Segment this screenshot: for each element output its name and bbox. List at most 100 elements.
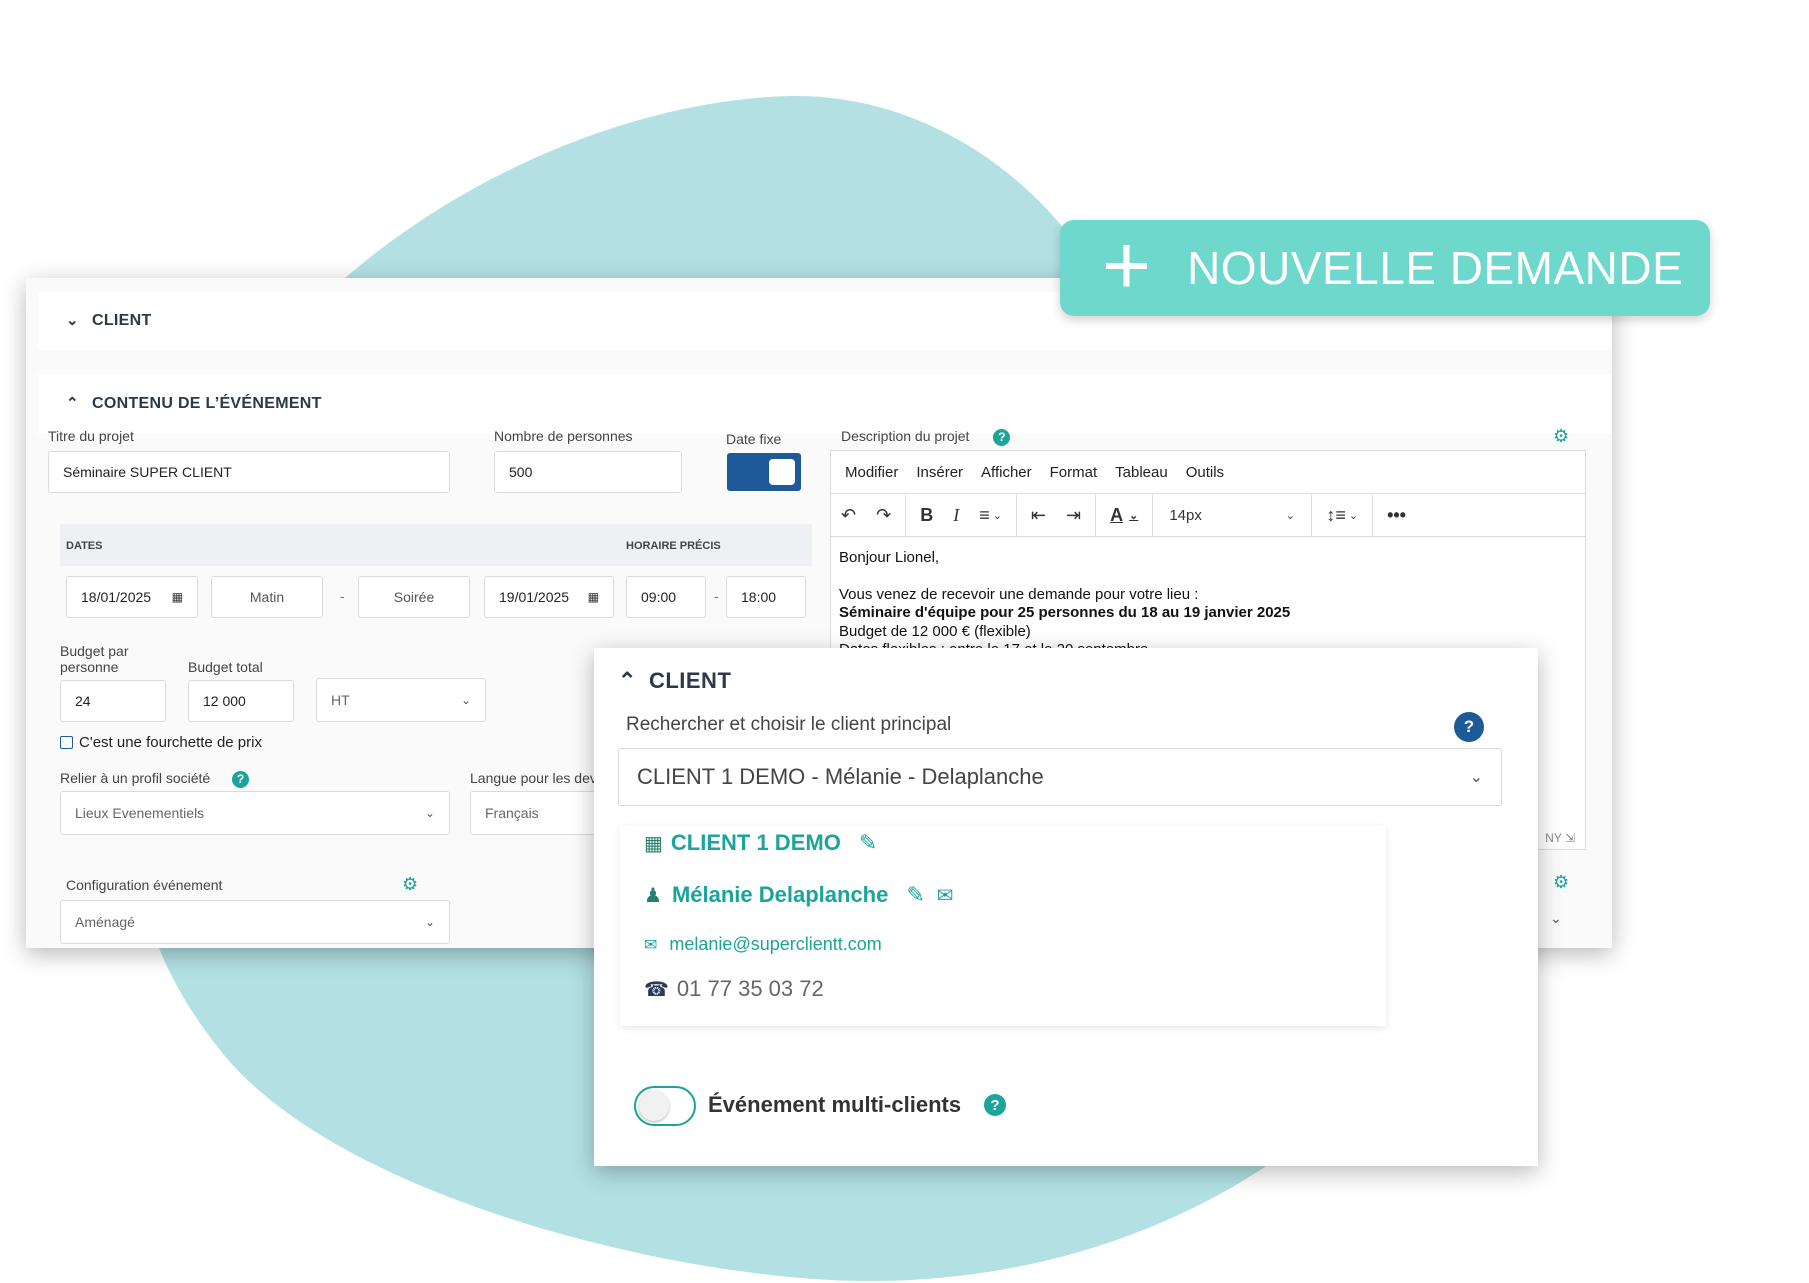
help-icon[interactable]: ?: [232, 770, 250, 788]
budget-total-input[interactable]: 12 000: [188, 680, 294, 722]
toolbar-separator: [1372, 494, 1374, 536]
config-select[interactable]: Aménagé ⌄: [60, 900, 450, 944]
redo-icon[interactable]: ↷: [866, 505, 901, 526]
user-icon: ♟: [644, 884, 662, 907]
company-row: ▦ CLIENT 1 DEMO ✎: [644, 830, 877, 856]
nombre-input[interactable]: 500: [494, 451, 682, 493]
gear-icon[interactable]: ⚙: [1553, 426, 1569, 447]
toggle-knob: [769, 459, 795, 485]
phone-row: ☎ 01 77 35 03 72: [644, 976, 824, 1002]
profil-label: Relier à un profil société ?: [60, 770, 250, 788]
indent-icon[interactable]: ⇥: [1056, 505, 1091, 526]
font-size-value: 14px: [1169, 506, 1202, 524]
text-color-icon[interactable]: A ⌄: [1100, 505, 1148, 526]
contact-row: ♟ Mélanie Delaplanche ✎ ✉: [644, 882, 954, 908]
company-name[interactable]: CLIENT 1 DEMO: [671, 830, 841, 856]
toolbar-separator: [905, 494, 907, 536]
date-fixe-toggle[interactable]: [727, 453, 801, 491]
pencil-icon[interactable]: ✎: [859, 830, 877, 856]
menu-inserer[interactable]: Insérer: [916, 464, 963, 481]
calendar-icon: ▦: [171, 590, 183, 604]
line-height-icon[interactable]: ↕≡ ⌄: [1316, 505, 1368, 526]
client-details: ▦ CLIENT 1 DEMO ✎ ♟ Mélanie Delaplanche …: [620, 826, 1386, 1026]
date-fixe-label: Date fixe: [726, 431, 782, 447]
end-date-value: 19/01/2025: [499, 589, 570, 605]
event-content-header[interactable]: ⌃ CONTENU DE L’ÉVÉNEMENT: [38, 374, 1612, 434]
client-section-title: CLIENT: [92, 312, 152, 329]
outdent-icon[interactable]: ⇤: [1021, 505, 1056, 526]
budget-pp-label-line2: personne: [60, 659, 119, 675]
envelope-icon[interactable]: ✉: [937, 883, 954, 908]
gear-icon[interactable]: ⚙: [402, 874, 418, 895]
pencil-icon[interactable]: ✎: [906, 882, 924, 908]
contact-phone[interactable]: 01 77 35 03 72: [677, 976, 824, 1002]
help-icon[interactable]: ?: [984, 1094, 1006, 1116]
align-icon[interactable]: ≡ ⌄: [969, 505, 1012, 526]
nouvelle-demande-button[interactable]: + NOUVELLE DEMANDE: [1060, 220, 1710, 316]
multi-clients-label: Événement multi-clients: [708, 1092, 962, 1117]
menu-format[interactable]: Format: [1050, 464, 1098, 481]
client-search-label: Rechercher et choisir le client principa…: [626, 714, 952, 735]
start-slot-value: Matin: [249, 589, 285, 605]
contact-email[interactable]: melanie@superclientt.com: [669, 934, 881, 955]
chevron-up-icon: ⌃: [66, 395, 79, 412]
help-icon[interactable]: ?: [993, 428, 1011, 446]
menu-afficher[interactable]: Afficher: [981, 464, 1032, 481]
more-icon[interactable]: •••: [1377, 505, 1416, 526]
toolbar-separator: [1015, 494, 1017, 536]
client-card-title: CLIENT: [648, 668, 732, 693]
chevron-down-icon: ⌄: [424, 806, 435, 820]
titre-label: Titre du projet: [48, 428, 134, 444]
menu-tableau[interactable]: Tableau: [1115, 464, 1168, 481]
profil-value: Lieux Evenementiels: [75, 805, 205, 821]
editor-toolbar: ↶ ↷ B I ≡ ⌄ ⇤ ⇥ A ⌄ 14px ⌄ ↕≡ ⌄ •••: [831, 494, 1585, 537]
start-slot-select[interactable]: Matin: [211, 576, 323, 618]
tax-select[interactable]: HT ⌄: [316, 678, 486, 722]
chevron-down-icon: ⌄: [1469, 769, 1483, 786]
gear-icon[interactable]: ⚙: [1553, 872, 1569, 893]
end-time-input[interactable]: 18:00: [726, 576, 806, 618]
undo-icon[interactable]: ↶: [831, 505, 866, 526]
bold-icon[interactable]: B: [910, 505, 943, 526]
horaire-header: HORAIRE PRÉCIS: [626, 540, 721, 552]
start-date-input[interactable]: 18/01/2025 ▦: [66, 576, 198, 618]
menu-modifier[interactable]: Modifier: [845, 464, 898, 481]
end-slot-select[interactable]: Soirée: [358, 576, 470, 618]
italic-icon[interactable]: I: [943, 505, 969, 526]
toggle-knob: [639, 1091, 669, 1121]
budget-pp-input[interactable]: 24: [60, 680, 166, 722]
langue-value: Français: [485, 805, 539, 821]
langue-label: Langue pour les devis: [470, 770, 607, 786]
client-card-header[interactable]: ⌃ CLIENT: [618, 668, 731, 694]
budget-pp-label-line1: Budget par: [60, 643, 129, 659]
multi-clients-toggle[interactable]: [634, 1086, 696, 1126]
help-icon[interactable]: ?: [1454, 712, 1484, 742]
email-row: ✉ melanie@superclientt.com: [644, 934, 882, 955]
budget-total-value: 12 000: [203, 693, 246, 709]
editor-menubar: Modifier Insérer Afficher Format Tableau…: [831, 451, 1585, 494]
config-label: Configuration événement: [66, 877, 223, 893]
editor-blank-line: [839, 568, 1577, 586]
client-select[interactable]: CLIENT 1 DEMO - Mélanie - Delaplanche ⌄: [618, 748, 1502, 806]
event-content-title: CONTENU DE L’ÉVÉNEMENT: [92, 395, 322, 412]
fourchette-checkbox-row[interactable]: C'est une fourchette de prix: [60, 734, 262, 751]
nouvelle-demande-label: NOUVELLE DEMANDE: [1187, 242, 1684, 294]
end-date-input[interactable]: 19/01/2025 ▦: [484, 576, 614, 618]
editor-resize-handle[interactable]: NY ⇲: [1545, 831, 1575, 845]
menu-outils[interactable]: Outils: [1186, 464, 1224, 481]
titre-input[interactable]: Séminaire SUPER CLIENT: [48, 451, 450, 493]
font-size-select[interactable]: 14px ⌄: [1157, 507, 1307, 524]
start-time-input[interactable]: 09:00: [626, 576, 706, 618]
fourchette-checkbox[interactable]: [60, 736, 73, 749]
toolbar-separator: [1311, 494, 1313, 536]
chevron-down-icon: ⌄: [424, 915, 435, 929]
chevron-down-icon: ⌄: [66, 312, 79, 329]
toolbar-separator: [1095, 494, 1097, 536]
contact-name[interactable]: Mélanie Delaplanche: [672, 882, 888, 908]
chevron-down-icon: ⌄: [1285, 508, 1296, 522]
start-time-value: 09:00: [641, 589, 677, 605]
budget-total-label: Budget total: [188, 659, 263, 675]
toolbar-separator: [1152, 494, 1154, 536]
profil-select[interactable]: Lieux Evenementiels ⌄: [60, 791, 450, 835]
client-card: ⌃ CLIENT Rechercher et choisir le client …: [594, 648, 1538, 1166]
